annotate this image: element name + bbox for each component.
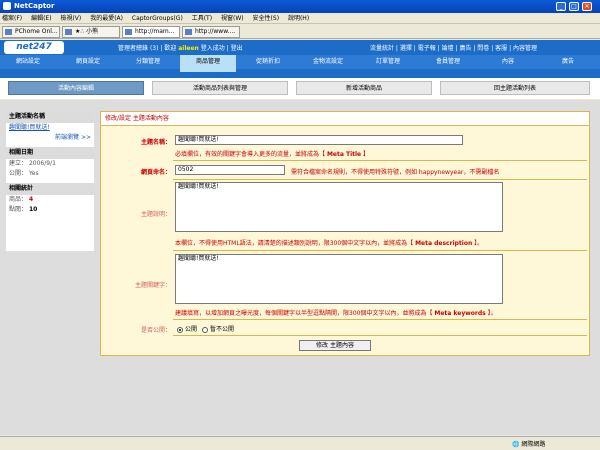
sidebar-stats-heading: 相關統計 <box>6 183 94 195</box>
divider <box>173 179 587 180</box>
browser-tab-4[interactable]: http://www.... <box>182 26 240 38</box>
sidebar: 主題活動名稱 趣聞聽!買就送! 前端瀏覽 >> 相關日期 建立： 2006/9/… <box>6 111 94 251</box>
nav-site-settings[interactable]: 網站設定 <box>0 55 56 69</box>
divider <box>173 319 587 320</box>
nav-logistics[interactable]: 金物流設定 <box>300 55 356 69</box>
nav-ads[interactable]: 廣告 <box>540 55 596 69</box>
public-options: 公開 暫不公開 <box>177 324 234 333</box>
link-select[interactable]: 選擇 <box>400 45 412 52</box>
menu-view[interactable]: 檢視(V) <box>60 15 81 22</box>
title-input[interactable]: 趣聞聽!買就送! <box>175 135 463 145</box>
public-radio[interactable] <box>177 326 183 333</box>
description-hint: 本欄位，不得使用HTML語法，請清楚的描述類別說明，限300個中文字以內，並將成… <box>175 240 484 247</box>
link-ads[interactable]: 廣告 <box>459 45 471 52</box>
link-traffic[interactable]: 流量統計 <box>370 45 394 52</box>
subtab-product-list[interactable]: 活動商品列表與管理 <box>152 81 288 95</box>
sidebar-name-heading: 主題活動名稱 <box>6 111 94 123</box>
clicks-count: 10 <box>28 206 38 213</box>
app-icon <box>3 2 11 10</box>
public-status: Yes <box>28 170 39 177</box>
link-service[interactable]: 客服 <box>495 45 507 52</box>
close-button[interactable]: ✕ <box>582 2 592 11</box>
page-name-label: 網頁命名： <box>140 169 171 176</box>
edit-form-panel: 修改/設定 主題活動內容 主題名稱： 趣聞聽!買就送! 必填欄位，有效的關鍵字會… <box>100 111 590 356</box>
site-logo: net247 <box>4 41 64 54</box>
menu-file[interactable]: 檔案(F) <box>2 15 22 22</box>
sub-tab-bar: 活動內容編輯 活動商品列表與管理 新增活動商品 回主題活動列表 <box>0 78 600 99</box>
title-label: 主題名稱： <box>140 139 171 146</box>
top-links: 管理者總錄 (3) | 歡迎 aileen 登入成功 | 登出 <box>118 45 243 52</box>
save-button[interactable]: 修改 主題內容 <box>299 340 371 351</box>
maximize-button[interactable]: □ <box>569 2 579 11</box>
public-row: 公開： Yes <box>9 170 39 177</box>
keywords-hint: 建議填寫，以增加網頁之曝光度，每個關鍵字以半型逗點隔開，限300個中文字以內，並… <box>175 310 497 317</box>
nav-orders[interactable]: 訂單管理 <box>360 55 416 69</box>
main-nav: 網站設定 網頁設定 分類管理 商品管理 促銷折扣 金物流設定 訂單管理 會員管理… <box>0 55 600 72</box>
divider <box>173 250 587 251</box>
link-content[interactable]: 內容管理 <box>513 45 537 52</box>
sidebar-date-heading: 相關日期 <box>6 147 94 159</box>
menu-bar: 檔案(F) 編輯(E) 檢視(V) 我的最愛(A) CaptorGroups(G… <box>0 13 600 24</box>
window-titlebar: NetCaptor _ □ ✕ <box>0 0 600 13</box>
activity-name-link[interactable]: 趣聞聽!買就送! <box>6 123 94 133</box>
menu-edit[interactable]: 編輯(E) <box>31 15 51 22</box>
admin-area-link[interactable]: 管理者總錄 <box>118 45 148 52</box>
internet-zone-status: 🌐 網際網路 <box>512 441 546 448</box>
logout-link[interactable]: 登出 <box>231 45 243 52</box>
keywords-label: 主題關鍵字： <box>134 282 171 289</box>
menu-help[interactable]: 說明(H) <box>288 15 309 22</box>
menu-captor-groups[interactable]: CaptorGroups(G) <box>132 15 183 22</box>
browser-tab-bar: PChome Onl... ★∴ 小熊 http://mam... http:/… <box>0 24 600 39</box>
nav-products[interactable]: 商品管理 <box>180 55 236 72</box>
subtab-add-product[interactable]: 新增活動商品 <box>296 81 432 95</box>
title-hint: 必填欄位，有效的關鍵字會導入更多的流量，並將成為【 Meta Title 】 <box>175 151 370 158</box>
goods-row: 商品： 4 <box>9 196 34 203</box>
browser-tab-3[interactable]: http://mam... <box>122 26 180 38</box>
welcome-prefix: 歡迎 <box>164 45 177 52</box>
menu-security[interactable]: 安全性(S) <box>253 15 280 22</box>
link-forum[interactable]: 論壇 <box>442 45 454 52</box>
form-heading: 修改/設定 主題活動內容 <box>101 112 589 126</box>
nav-content[interactable]: 內容 <box>480 55 536 69</box>
menu-favorites[interactable]: 我的最愛(A) <box>90 15 123 22</box>
page-name-hint: 需符合檔案命名規則，不得使用特殊符號，例如 happynewyear，不需副檔名 <box>291 169 500 176</box>
link-newsletter[interactable]: 電子報 <box>418 45 436 52</box>
nav-category[interactable]: 分類管理 <box>120 55 176 69</box>
description-textarea[interactable]: 趣聞聽!買就送! <box>175 182 503 232</box>
nav-members[interactable]: 會員管理 <box>420 55 476 69</box>
subtab-edit-content[interactable]: 活動內容編輯 <box>8 81 144 95</box>
created-date: 2006/9/1 <box>28 160 56 167</box>
menu-tools[interactable]: 工具(T) <box>192 15 212 22</box>
browser-tab-2[interactable]: ★∴ 小熊 <box>62 26 120 38</box>
welcome-suffix: 登入成功 <box>200 45 225 52</box>
preview-link[interactable]: 前端瀏覽 >> <box>6 133 94 143</box>
subtab-back-to-list[interactable]: 回主題活動列表 <box>440 81 590 95</box>
public-label: 是否公開： <box>140 327 171 334</box>
minimize-button[interactable]: _ <box>556 2 566 11</box>
link-survey[interactable]: 問卷 <box>477 45 489 52</box>
goods-count: 4 <box>28 196 34 203</box>
page-name-input[interactable]: 0502 <box>175 165 285 175</box>
public-option-label: 公開 <box>185 326 198 333</box>
browser-tab-1[interactable]: PChome Onl... <box>2 26 60 38</box>
nav-page-settings[interactable]: 網頁設定 <box>60 55 116 69</box>
right-links: 流量統計 | 選擇 | 電子報 | 論壇 | 廣告 | 問卷 | 客服 | 內容… <box>370 45 538 52</box>
private-option-label: 暫不公開 <box>209 326 234 333</box>
status-bar: 🌐 網際網路 <box>0 436 600 450</box>
created-row: 建立： 2006/9/1 <box>9 160 56 167</box>
window-title: NetCaptor <box>14 2 55 10</box>
divider <box>173 160 587 161</box>
description-label: 主題說明： <box>140 211 171 218</box>
nav-promotions[interactable]: 促銷折扣 <box>240 55 296 69</box>
user-name: aileen <box>178 45 199 52</box>
admin-count: (3) <box>149 45 159 52</box>
menu-window[interactable]: 視窗(W) <box>221 15 244 22</box>
private-radio[interactable] <box>201 326 208 333</box>
clicks-row: 點閱： 10 <box>9 206 38 213</box>
keywords-textarea[interactable]: 趣聞聽!買就送! <box>175 254 503 304</box>
divider <box>173 335 587 336</box>
